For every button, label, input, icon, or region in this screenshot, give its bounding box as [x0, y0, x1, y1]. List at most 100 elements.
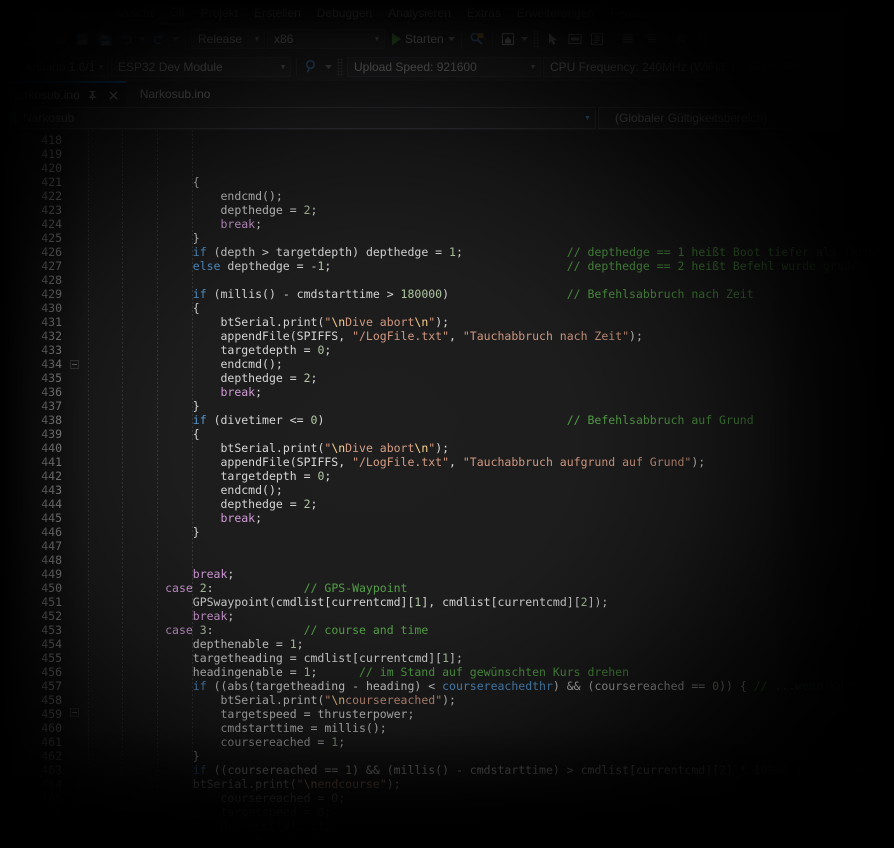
menu-item-hilfe[interactable]: Hilfe	[659, 2, 699, 24]
chevron-down-icon[interactable]: ▼	[726, 64, 740, 71]
code-line[interactable]: }	[82, 749, 894, 763]
code-line[interactable]: cmdstarttime = millis();	[82, 721, 894, 735]
editor-text[interactable]: { endcmd(); depthedge = 2; break; } if (…	[82, 130, 894, 848]
flash-frequency-combo[interactable]: Flash Frequency ▼	[743, 57, 863, 77]
redo-arrow-icon[interactable]	[148, 28, 170, 50]
code-line[interactable]	[82, 553, 894, 567]
code-line[interactable]: if (depth > targetdepth) depthedge = 1; …	[82, 245, 894, 259]
arduino-toolbar-grip[interactable]	[7, 58, 13, 76]
chevron-down-icon[interactable]: ▼	[876, 115, 891, 122]
menu-item-git[interactable]: Git	[161, 1, 192, 25]
code-line[interactable]: break;	[82, 385, 894, 399]
code-line[interactable]: appendFile(SPIFFS, "/LogFile.txt", "Tauc…	[82, 329, 894, 343]
code-line[interactable]: break;	[82, 511, 894, 525]
code-line[interactable]: DriveEsc(91, 2);	[82, 833, 894, 847]
properties-window-icon[interactable]	[564, 28, 586, 50]
code-line[interactable]	[82, 539, 894, 553]
menu-item-erstellen[interactable]: Erstellen	[246, 2, 309, 24]
code-line[interactable]: else depthedge = -1; // depthedge == 2 h…	[82, 259, 894, 273]
code-line[interactable]: btSerial.print("\ncoursereached");	[82, 693, 894, 707]
toolbox-icon[interactable]	[586, 28, 608, 50]
code-line[interactable]: if ((coursereached == 1) && (millis() - …	[82, 763, 894, 777]
board-explorer-dropdown-icon[interactable]	[323, 56, 334, 78]
code-line[interactable]: appendFile(SPIFFS, "/LogFile.txt", "Tauc…	[82, 455, 894, 469]
code-line[interactable]: depthedge = 2;	[82, 203, 894, 217]
code-line[interactable]: targetdepth = 0;	[82, 343, 894, 357]
code-line[interactable]: endcmd();	[82, 189, 894, 203]
code-line[interactable]: depthedge = 2;	[82, 371, 894, 385]
code-line[interactable]: DriveEsc(91, 1);	[82, 819, 894, 833]
chevron-down-icon[interactable]: ▼	[580, 115, 595, 122]
chevron-down-icon[interactable]: ▼	[370, 36, 384, 43]
toolbar-grip[interactable]	[7, 30, 13, 48]
code-line[interactable]: btSerial.print("\nendcourse");	[82, 777, 894, 791]
code-line[interactable]: depthenable = 1;	[82, 637, 894, 651]
menu-item-extras[interactable]: Extras	[459, 2, 509, 24]
configuration-combo[interactable]: Release ▼	[191, 29, 265, 49]
pin-tab-icon[interactable]	[85, 87, 101, 103]
code-line[interactable]: targetspeed = thrusterpower;	[82, 707, 894, 721]
redo-dropdown-icon[interactable]	[170, 28, 181, 50]
code-line[interactable]: {	[82, 427, 894, 441]
chevron-down-icon[interactable]: ▼	[276, 64, 290, 71]
code-line[interactable]: coursereached = 1;	[82, 735, 894, 749]
menu-item-fenster[interactable]: Fenster	[602, 2, 659, 24]
chevron-down-icon[interactable]: ▼	[94, 64, 108, 71]
project-scope-combo[interactable]: Narkosub ▼	[0, 107, 596, 129]
home-dropdown-icon[interactable]	[519, 28, 530, 50]
cpu-frequency-combo[interactable]: CPU Frequency: 240MHz (WiFi/BT) ▼	[543, 57, 741, 77]
menu-item-ansicht[interactable]: Ansicht	[106, 2, 161, 24]
new-project-dropdown-icon[interactable]	[38, 28, 49, 50]
code-line[interactable]: }	[82, 399, 894, 413]
code-line[interactable]: if (divetimer <= 0) // Befehlsabbruch au…	[82, 413, 894, 427]
save-icon[interactable]	[71, 28, 93, 50]
next-bookmark-icon[interactable]	[692, 28, 714, 50]
code-line[interactable]: case 3: // course and time	[82, 623, 894, 637]
menu-item-bearbeiten[interactable]: Bearbeiten	[32, 2, 106, 24]
start-debug-button[interactable]: Starten	[386, 32, 446, 46]
solution-explorer-icon[interactable]	[617, 28, 639, 50]
save-all-icon[interactable]	[93, 28, 115, 50]
editor-fold-margin[interactable]	[68, 130, 82, 848]
code-line[interactable]: btSerial.print("\nDive abort\n");	[82, 315, 894, 329]
code-editor[interactable]: 4184194204214224234244254264274284294304…	[0, 130, 894, 848]
toolbar-grip[interactable]	[533, 30, 539, 48]
menu-item-debuggen[interactable]: Debuggen	[309, 2, 380, 24]
arduino-version-combo[interactable]: Arduino 1.6/1.8 ▼	[17, 57, 109, 77]
bookmark-icon[interactable]	[670, 28, 692, 50]
code-line[interactable]: targetdepth = 0;	[82, 469, 894, 483]
board-combo[interactable]: ESP32 Dev Module ▼	[111, 57, 291, 77]
code-line[interactable]: case 2: // GPS-Waypoint	[82, 581, 894, 595]
code-line[interactable]: }	[82, 231, 894, 245]
board-explorer-icon[interactable]	[301, 56, 323, 78]
code-line[interactable]: break;	[82, 567, 894, 581]
code-line[interactable]: GPSwaypoint(cmdlist[currentcmd][1], cmdl…	[82, 595, 894, 609]
start-dropdown-icon[interactable]	[446, 28, 457, 50]
fold-toggle-icon[interactable]	[70, 360, 79, 369]
code-line[interactable]: break;	[82, 217, 894, 231]
code-line[interactable]: if ((abs(targetheading - heading) < cour…	[82, 679, 894, 693]
code-line[interactable]: break;	[82, 609, 894, 623]
upload-speed-combo[interactable]: Upload Speed: 921600 ▼	[347, 57, 541, 77]
code-line[interactable]: if (millis() - cmdstarttime > 180000) //…	[82, 287, 894, 301]
code-line[interactable]: endcmd();	[82, 357, 894, 371]
tab-narkosub-ino[interactable]: Narkosub.ino	[0, 81, 126, 107]
select-element-icon[interactable]	[542, 28, 564, 50]
member-scope-combo[interactable]: (Globaler Gültigkeitsbereich) ▼	[598, 107, 892, 129]
code-line[interactable]	[82, 273, 894, 287]
code-line[interactable]: headingenable = 1; // im Stand auf gewün…	[82, 665, 894, 679]
chevron-down-icon[interactable]: ▼	[250, 36, 264, 43]
code-line[interactable]: }	[82, 525, 894, 539]
arduino-toolbar-grip[interactable]	[337, 58, 343, 76]
menu-item-projekt[interactable]: Projekt	[193, 2, 246, 24]
home-icon[interactable]	[497, 28, 519, 50]
code-line[interactable]: endcmd();	[82, 483, 894, 497]
new-project-icon[interactable]	[16, 28, 38, 50]
code-line[interactable]: depthedge = 2;	[82, 497, 894, 511]
platform-combo[interactable]: x86 ▼	[267, 29, 385, 49]
editor-glyph-margin[interactable]	[0, 130, 20, 848]
code-line[interactable]: coursereached = 0;	[82, 791, 894, 805]
close-tab-icon[interactable]	[106, 87, 122, 103]
task-list-icon[interactable]: ?	[639, 28, 661, 50]
chevron-down-icon[interactable]: ▼	[526, 64, 540, 71]
